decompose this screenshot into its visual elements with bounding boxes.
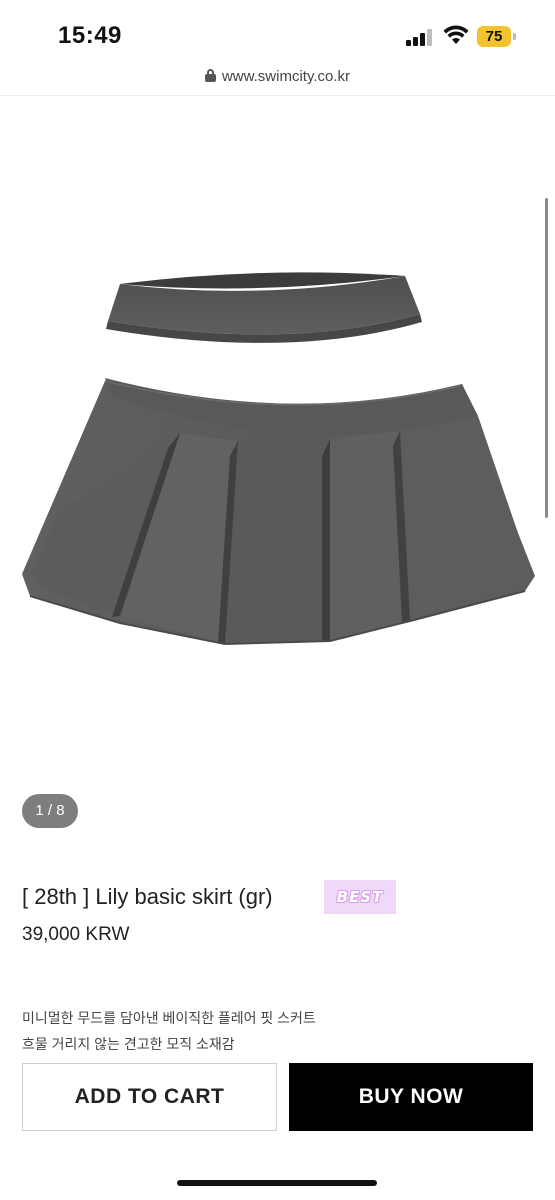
battery-icon: 75	[477, 26, 517, 47]
wifi-icon	[443, 25, 469, 44]
url-text: www.swimcity.co.kr	[221, 68, 351, 85]
home-indicator	[177, 1180, 377, 1186]
best-badge-label: BEST	[336, 888, 384, 906]
image-counter: 1 / 8	[22, 794, 78, 828]
signal-icon	[406, 29, 434, 46]
status-bar: 15:49 75	[0, 0, 555, 62]
buy-now-button[interactable]: BUY NOW	[289, 1063, 533, 1131]
description-line: 미니멀한 무드를 담아낸 베이직한 플레어 핏 스커트	[22, 1010, 316, 1026]
product-title: [ 28th ] Lily basic skirt (gr)	[22, 884, 273, 909]
skirt-image	[22, 272, 535, 646]
best-badge: BEST	[324, 880, 396, 914]
url-bar[interactable]: www.swimcity.co.kr	[0, 62, 555, 96]
lock-icon	[204, 69, 216, 82]
status-time: 15:49	[58, 22, 122, 49]
product-price: 39,000 KRW	[22, 924, 130, 945]
add-to-cart-button[interactable]: ADD TO CART	[22, 1063, 277, 1131]
battery-level: 75	[485, 28, 503, 45]
scroll-indicator[interactable]	[545, 198, 548, 518]
product-image[interactable]	[0, 96, 555, 856]
